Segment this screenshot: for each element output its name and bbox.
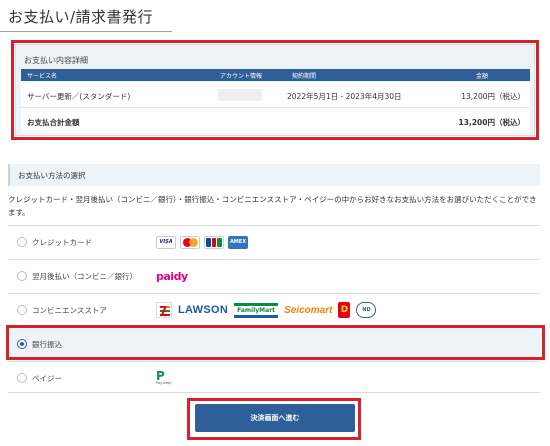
amex-logo: AMEX [228, 235, 248, 249]
daily-yamazaki-logo: D [338, 302, 351, 318]
option-pay-easy[interactable]: ペイジー P Pay-easy [8, 361, 540, 393]
col-period: 契約期間 [292, 73, 317, 80]
jcb-logo [204, 235, 224, 249]
option-label: クレジットカード [32, 238, 92, 247]
seicomart-logo: Seicomart [284, 304, 333, 316]
familymart-logo: FamilyMart [234, 302, 279, 318]
convenience-store-logos: 7 LAWSON FamilyMart Seicomart D ND [156, 294, 377, 326]
radio-credit-card[interactable] [17, 237, 27, 247]
total-row: お支払合計金額 13,200円（税込） [21, 107, 530, 133]
method-description: クレジットカード・翌月後払い（コンビニ／銀行）・銀行振込・コンビニエンスストア・… [8, 195, 537, 217]
newdays-logo: ND [356, 302, 377, 318]
lawson-logo: LAWSON [178, 304, 229, 316]
col-amount: 金額 [476, 73, 489, 80]
service-amount: 13,200円（税込） [461, 92, 525, 101]
col-account: アカウント情報 [220, 73, 263, 80]
payeasy-subtext: Pay-easy [156, 381, 172, 385]
radio-convenience-store[interactable] [17, 305, 27, 315]
proceed-to-payment-button[interactable]: 決済画面へ進む [195, 404, 355, 432]
visa-logo: VISA [156, 235, 176, 249]
seven-eleven-logo: 7 [156, 302, 172, 318]
title-underline [0, 31, 172, 32]
familymart-text: FamilyMart [237, 306, 276, 314]
radio-pay-easy[interactable] [17, 373, 27, 383]
details-table-header: サービス名 アカウント情報 契約期間 金額 [21, 69, 530, 81]
contract-period: 2022年5月1日 - 2023年4月30日 [287, 92, 402, 101]
paidy-logo: paidy [156, 269, 188, 283]
payeasy-logo: P Pay-easy [156, 369, 172, 385]
details-title: お支払い内容詳細 [24, 56, 88, 65]
method-header-label: お支払い方法の選択 [18, 171, 86, 180]
method-section-header: お支払い方法の選択 [8, 164, 540, 186]
radio-deferred-payment[interactable] [17, 271, 27, 281]
pay-easy-logos: P Pay-easy [156, 362, 172, 394]
selected-option-highlight-frame [6, 325, 545, 360]
option-label: ペイジー [32, 374, 62, 383]
option-label: コンビニエンスストア [32, 306, 107, 315]
total-amount: 13,200円（税込） [458, 118, 525, 127]
table-row: サーバー更新／(スタンダード) 2022年5月1日 - 2023年4月30日 1… [21, 82, 530, 108]
option-convenience-store[interactable]: コンビニエンスストア 7 LAWSON FamilyMart Seicomart… [8, 293, 540, 325]
page-title: お支払い/請求書発行 [8, 8, 154, 26]
option-credit-card[interactable]: クレジットカード VISA AMEX [8, 225, 540, 257]
payment-details-card: お支払い内容詳細 サービス名 アカウント情報 契約期間 金額 サーバー更新／(ス… [15, 44, 535, 136]
account-info-blank [218, 89, 262, 101]
mastercard-logo [180, 235, 200, 249]
service-name: サーバー更新／(スタンダード) [27, 92, 131, 101]
credit-card-logos: VISA AMEX [156, 226, 248, 258]
total-label: お支払合計金額 [27, 118, 80, 127]
option-label: 翌月後払い（コンビニ／銀行） [32, 272, 137, 281]
option-deferred-payment[interactable]: 翌月後払い（コンビニ／銀行） paidy [8, 259, 540, 291]
col-service: サービス名 [27, 73, 58, 80]
deferred-logos: paidy [156, 260, 188, 292]
